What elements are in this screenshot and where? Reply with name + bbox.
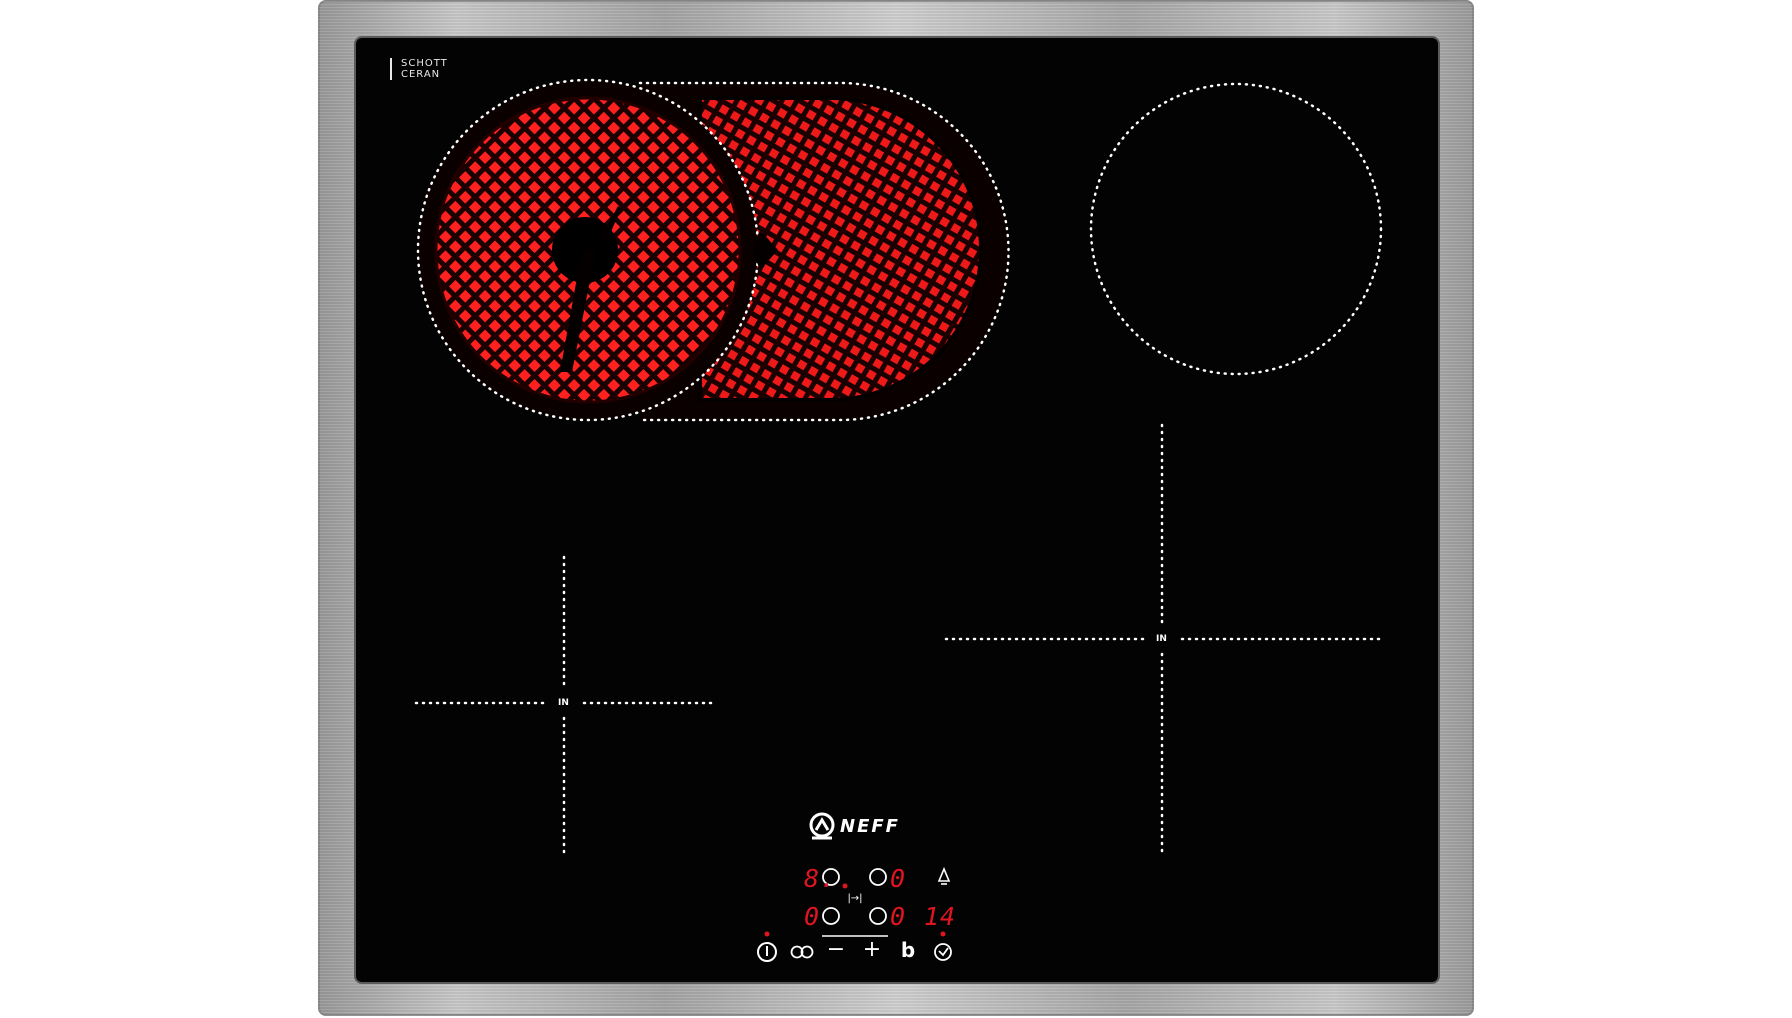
indicator-dot <box>940 931 946 937</box>
neff-logo-text: NEFF <box>840 815 900 837</box>
plus-button[interactable]: + <box>860 939 884 961</box>
display-front-left-level: 0 <box>804 902 821 931</box>
dual-zone-icon[interactable] <box>790 945 814 959</box>
move-function-icon[interactable]: |→| <box>842 890 868 908</box>
zone-select-rear-right[interactable] <box>869 868 887 886</box>
indicator-dot <box>842 883 848 889</box>
front-right-zone-label: IN <box>1156 634 1167 644</box>
display-rear-left-level: 8. <box>804 864 837 893</box>
minus-button[interactable]: − <box>824 939 848 961</box>
neff-omega-icon <box>809 812 835 840</box>
display-front-right-level: 0 <box>890 902 907 931</box>
zone-select-front-right[interactable] <box>869 907 887 925</box>
boost-button[interactable]: b <box>896 940 920 960</box>
display-rear-right-level: 0 <box>890 864 907 893</box>
zone-select-front-left[interactable] <box>822 907 840 925</box>
indicator-dot <box>764 931 770 937</box>
rear-right-cooking-zone <box>1089 82 1383 376</box>
timer-icon[interactable] <box>934 943 952 961</box>
power-icon[interactable] <box>757 942 777 962</box>
neff-logo: NEFF <box>838 812 900 840</box>
bell-icon[interactable] <box>937 866 951 885</box>
front-left-zone-label: IN <box>558 698 569 708</box>
display-timer-value: 14 <box>924 902 957 931</box>
